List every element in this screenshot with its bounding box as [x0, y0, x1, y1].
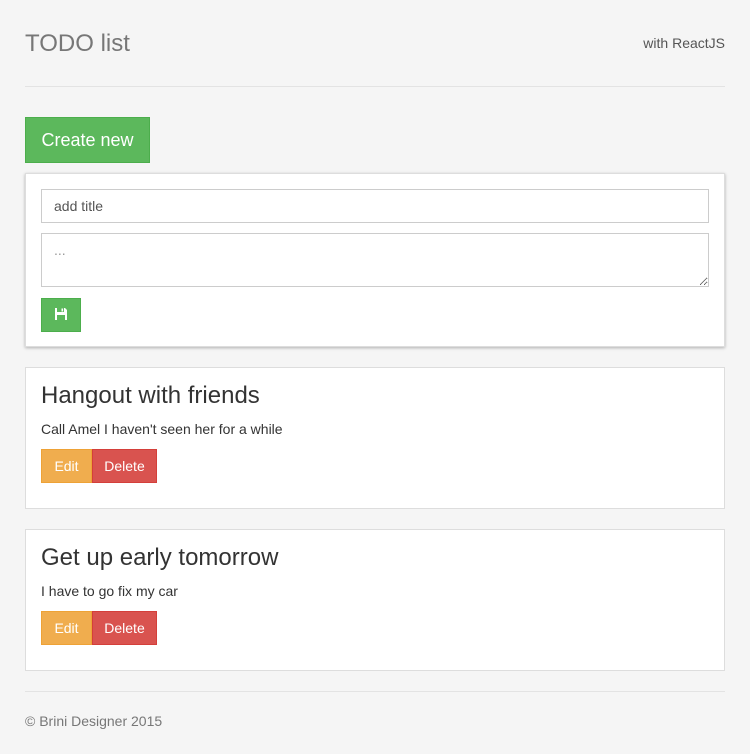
app-title: TODO list [25, 30, 130, 57]
delete-button[interactable]: Delete [92, 449, 157, 483]
app-subtitle: with ReactJS [643, 35, 725, 51]
create-new-button[interactable]: Create new [25, 117, 150, 163]
edit-button[interactable]: Edit [41, 449, 92, 483]
todo-actions: Edit Delete [41, 611, 157, 645]
todo-description: I have to go fix my car [41, 583, 178, 599]
page-header: TODO list with ReactJS [25, 0, 725, 87]
todo-card: Get up early tomorrow I have to go fix m… [25, 529, 725, 671]
delete-button[interactable]: Delete [92, 611, 157, 645]
todo-title: Get up early tomorrow [41, 544, 279, 571]
save-button[interactable] [41, 298, 81, 332]
todo-title-input[interactable] [41, 189, 709, 223]
new-todo-form [25, 173, 725, 347]
todo-description-textarea[interactable] [41, 233, 709, 287]
page-footer: © Brini Designer 2015 [25, 691, 725, 754]
copyright-text: © Brini Designer 2015 [25, 713, 163, 729]
todo-card: Hangout with friends Call Amel I haven't… [25, 367, 725, 509]
todo-actions: Edit Delete [41, 449, 157, 483]
todo-description: Call Amel I haven't seen her for a while [41, 421, 283, 437]
floppy-disk-icon [54, 307, 68, 324]
edit-button[interactable]: Edit [41, 611, 92, 645]
todo-title: Hangout with friends [41, 382, 260, 409]
